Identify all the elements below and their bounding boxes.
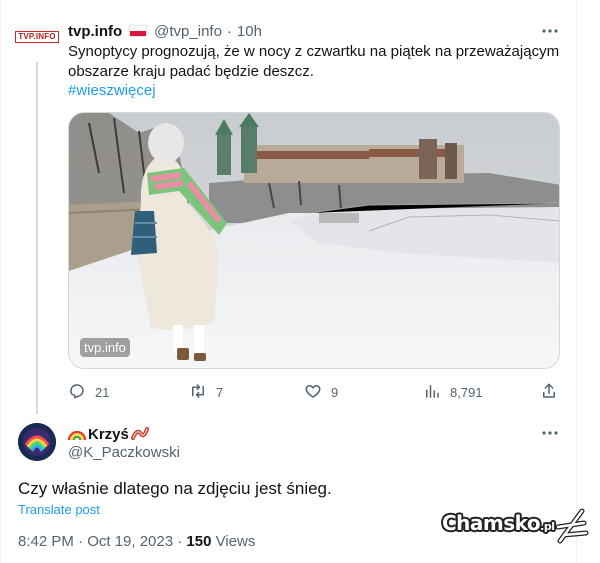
post-metadata: 8:42 PM · Oct 19, 2023 · 150 Views xyxy=(18,533,255,550)
tweet-actions: 21 7 9 8,791 xyxy=(68,381,560,403)
more-icon[interactable] xyxy=(540,424,560,442)
translate-post-link[interactable]: Translate post xyxy=(18,502,100,517)
like-action[interactable]: 9 xyxy=(304,381,338,403)
tweet-time[interactable]: 10h xyxy=(237,23,262,40)
page-border-right xyxy=(576,0,577,563)
share-icon xyxy=(540,382,558,403)
tvp-info-avatar[interactable]: TVP.INFO xyxy=(15,30,59,44)
bacon-icon xyxy=(130,426,149,442)
original-tweet[interactable]: TVP.INFO tvp.info @tvp_info · 10h Synopt… xyxy=(0,0,576,414)
reply-author[interactable]: Krzyś xyxy=(67,424,149,444)
reply-action[interactable]: 21 xyxy=(68,381,109,403)
views-number: 150 xyxy=(186,533,212,550)
watermark-brand: Chamsko.pl xyxy=(442,511,555,535)
reply-avatar[interactable] xyxy=(18,423,56,461)
rainbow-icon xyxy=(67,426,87,442)
views-action[interactable]: 8,791 xyxy=(423,381,483,403)
tweet-text: Synoptycy prognozują, że w nocy z czwart… xyxy=(68,43,560,80)
repost-icon xyxy=(189,382,207,403)
reply-icon xyxy=(68,382,86,403)
repost-action[interactable]: 7 xyxy=(189,381,223,403)
thread-line xyxy=(36,62,38,414)
post-timestamp[interactable]: 8:42 PM · Oct 19, 2023 · xyxy=(18,533,186,550)
views-count: 8,791 xyxy=(450,384,483,400)
reply-count: 21 xyxy=(95,384,110,400)
author-handle[interactable]: @tvp_info xyxy=(154,23,222,40)
like-icon xyxy=(304,382,322,403)
views-icon xyxy=(423,382,441,403)
more-icon[interactable] xyxy=(540,22,560,40)
hashtag-link[interactable]: #wieszwięcej xyxy=(68,81,156,101)
like-count: 9 xyxy=(331,384,339,400)
poland-flag-icon xyxy=(129,25,148,37)
site-watermark: Chamsko.pl xyxy=(440,503,590,549)
avatar-logo-text: TVP.INFO xyxy=(15,31,59,43)
views-label: Views xyxy=(211,533,256,550)
tweet-header: tvp.info @tvp_info · 10h xyxy=(68,20,262,42)
fork-logo-icon xyxy=(555,508,589,544)
reply-handle[interactable]: @K_Paczkowski xyxy=(68,444,180,461)
photo-watermark: tvp.info xyxy=(80,338,130,357)
share-action[interactable] xyxy=(540,381,558,403)
tweet-photo[interactable] xyxy=(68,112,560,369)
dot-separator: · xyxy=(226,22,232,40)
author-name[interactable]: tvp.info xyxy=(68,23,122,40)
repost-count: 7 xyxy=(216,384,224,400)
reply-text: Czy właśnie dlatego na zdjęciu jest śnie… xyxy=(18,479,332,498)
reply-author-name: Krzyś xyxy=(88,425,129,443)
